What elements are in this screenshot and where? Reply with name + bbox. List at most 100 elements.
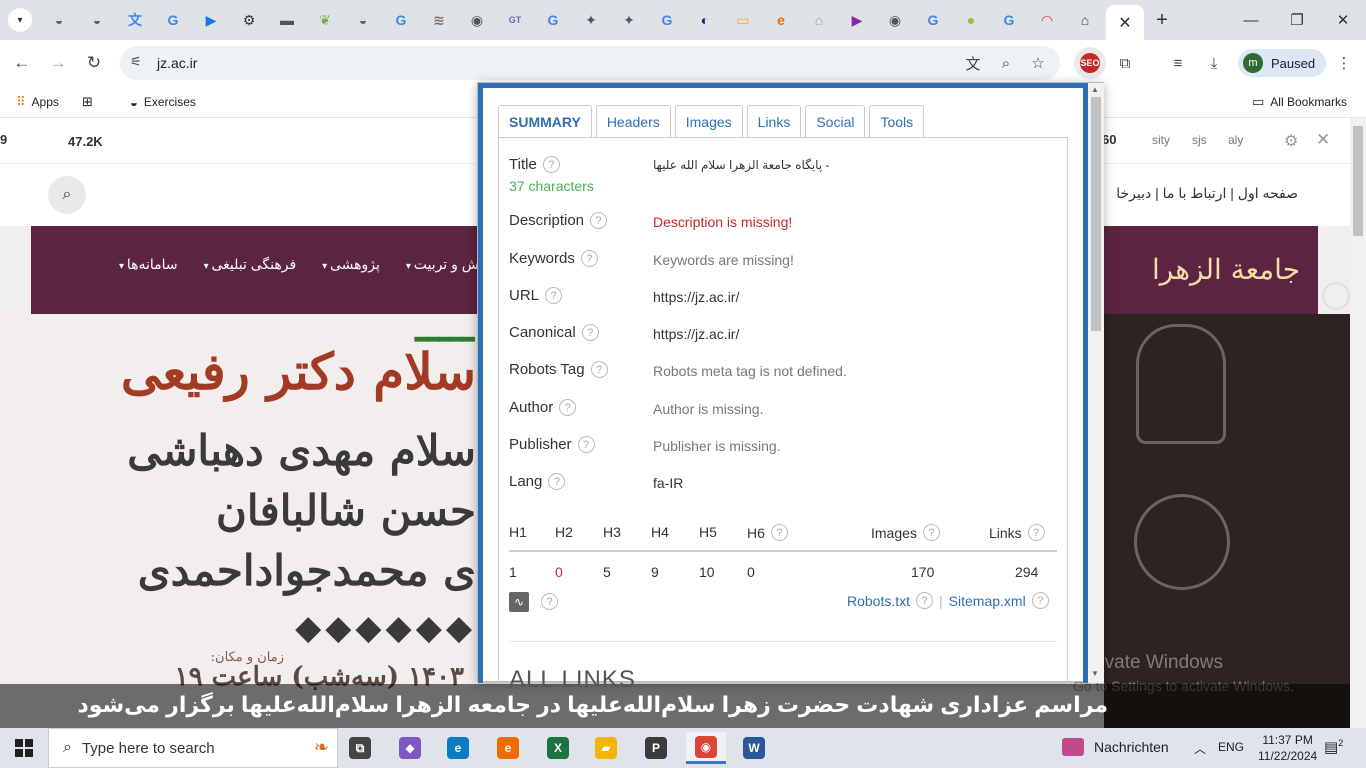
reload-button[interactable]: ↻: [80, 49, 108, 77]
media-control-icon[interactable]: ≡: [1164, 49, 1192, 77]
scroll-up-icon[interactable]: ▲: [1091, 85, 1099, 94]
nav-menu-item[interactable]: ▾ ش و تربیت: [406, 256, 479, 273]
browser-tab[interactable]: G: [990, 8, 1028, 32]
help-icon[interactable]: ?: [581, 324, 599, 341]
browser-tab[interactable]: ◒: [78, 8, 116, 32]
nav-menu-item[interactable]: ▾ پژوهشی: [322, 256, 380, 273]
browser-tab[interactable]: ◠: [1028, 8, 1066, 32]
tab-tools[interactable]: Tools: [869, 105, 925, 137]
tab-headers[interactable]: Headers: [595, 105, 671, 137]
top-links[interactable]: صفحه اول | ارتباط با ما | دبیرخا: [1116, 185, 1298, 202]
help-icon[interactable]: ?: [577, 436, 595, 453]
news-caption[interactable]: مراسم عزاداری شهادت حضرت زهرا سلام‌الله‌…: [77, 692, 1108, 718]
taskbar-app[interactable]: P: [636, 732, 676, 764]
scrollbar-thumb[interactable]: [1353, 126, 1363, 236]
close-tab-icon[interactable]: ✕: [1118, 13, 1131, 33]
notifications-icon[interactable]: ▤2: [1324, 738, 1343, 756]
help-icon[interactable]: ?: [541, 593, 558, 610]
browser-tab[interactable]: G: [648, 8, 686, 32]
seo-extension-button[interactable]: SEO: [1074, 47, 1106, 79]
zoom-icon[interactable]: ⌕: [995, 53, 1017, 73]
tray-chevron-icon[interactable]: ︿: [1194, 740, 1206, 757]
help-icon[interactable]: ?: [559, 399, 577, 416]
browser-tab[interactable]: ✦: [572, 8, 610, 32]
new-tab-button[interactable]: +: [1150, 8, 1174, 32]
help-icon[interactable]: ?: [590, 361, 608, 378]
nav-menu-item[interactable]: ▾ فرهنگی تبلیغی: [204, 256, 297, 273]
menu-icon[interactable]: ⋮: [1330, 49, 1358, 77]
browser-tab[interactable]: 文: [116, 8, 154, 32]
site-logo[interactable]: جامعة الزهرا: [1141, 234, 1311, 304]
chart-icon[interactable]: ∿: [509, 592, 529, 612]
url-text[interactable]: jz.ac.ir: [157, 55, 197, 71]
robots-link[interactable]: Robots.txt: [847, 593, 910, 609]
help-icon[interactable]: ?: [922, 524, 940, 541]
scrollbar-thumb[interactable]: [1091, 97, 1101, 331]
back-button[interactable]: ←: [8, 49, 36, 77]
active-tab[interactable]: ✕: [1106, 5, 1144, 40]
browser-tab[interactable]: ◐: [686, 8, 724, 32]
bookmark-exercises[interactable]: ◒ Exercises: [130, 92, 196, 112]
taskbar-app[interactable]: W: [734, 732, 774, 764]
summary-value[interactable]: https://jz.ac.ir/: [653, 289, 739, 305]
browser-tab[interactable]: ▭: [724, 8, 762, 32]
browser-tab[interactable]: ⌂: [1066, 8, 1104, 32]
nav-menu-item[interactable]: ▾ سامانه‌ها: [119, 256, 178, 273]
clock[interactable]: 11:37 PM 11/22/2024: [1258, 732, 1317, 764]
close-window-button[interactable]: ✕: [1320, 6, 1366, 34]
help-icon[interactable]: ?: [548, 473, 566, 490]
tab-images[interactable]: Images: [674, 105, 743, 137]
site-info-icon[interactable]: ⚟: [130, 54, 142, 70]
help-icon[interactable]: ?: [590, 212, 608, 229]
tab-search-button[interactable]: ▾: [8, 8, 32, 32]
taskbar-app[interactable]: ⧉: [340, 732, 380, 764]
download-icon[interactable]: ⤓: [1200, 49, 1228, 77]
tab-summary[interactable]: SUMMARY: [498, 105, 592, 138]
browser-tab[interactable]: GT: [496, 8, 534, 32]
sjs-icon[interactable]: sjs: [1192, 133, 1207, 147]
browser-tab[interactable]: ⌂: [800, 8, 838, 32]
aly-icon[interactable]: aly: [1228, 133, 1243, 147]
taskbar-app[interactable]: ◉: [686, 732, 726, 764]
start-button[interactable]: [0, 728, 48, 768]
help-icon[interactable]: ?: [542, 156, 560, 173]
browser-tab[interactable]: ◉: [458, 8, 496, 32]
help-icon[interactable]: ?: [916, 592, 934, 609]
browser-tab[interactable]: ❦: [306, 8, 344, 32]
search-icon[interactable]: ⌕: [48, 176, 86, 214]
bookmark-group[interactable]: ⊞: [82, 92, 99, 112]
page-scrollbar[interactable]: [1350, 118, 1366, 728]
browser-tab[interactable]: ◒: [40, 8, 78, 32]
input-language[interactable]: ENG: [1218, 740, 1244, 754]
close-icon[interactable]: ✕: [1316, 130, 1330, 150]
news-widget[interactable]: Nachrichten: [1062, 738, 1169, 756]
browser-tab[interactable]: ◉: [876, 8, 914, 32]
extensions-icon[interactable]: ⧉: [1111, 49, 1139, 77]
taskbar-app[interactable]: ▰: [586, 732, 626, 764]
browser-tab[interactable]: ✦: [610, 8, 648, 32]
browser-tab[interactable]: e: [762, 8, 800, 32]
scroll-down-icon[interactable]: ▼: [1091, 669, 1099, 678]
news-caption-bar[interactable]: مراسم عزاداری شهادت حضرت زهرا سلام‌الله‌…: [0, 684, 1350, 728]
taskbar-app[interactable]: e: [438, 732, 478, 764]
help-icon[interactable]: ?: [1031, 592, 1049, 609]
browser-tab[interactable]: ◒: [344, 8, 382, 32]
restore-button[interactable]: ❐: [1274, 6, 1320, 34]
taskbar-app[interactable]: X: [538, 732, 578, 764]
address-bar[interactable]: ⚟ jz.ac.ir 文 ⌕ ☆: [120, 46, 1060, 80]
taskbar-app[interactable]: e: [488, 732, 528, 764]
gear-icon[interactable]: ⚙: [1284, 131, 1298, 151]
browser-tab[interactable]: G: [914, 8, 952, 32]
sitemap-link[interactable]: Sitemap.xml: [949, 593, 1026, 609]
help-icon[interactable]: ?: [770, 524, 788, 541]
tab-social[interactable]: Social: [805, 105, 866, 137]
popup-scrollbar[interactable]: ▲ ▼: [1088, 83, 1104, 683]
minimize-button[interactable]: —: [1228, 6, 1274, 34]
browser-tab[interactable]: ▶: [838, 8, 876, 32]
help-icon[interactable]: ?: [580, 250, 598, 267]
browser-tab[interactable]: G: [534, 8, 572, 32]
browser-tab[interactable]: ●: [952, 8, 990, 32]
browser-tab[interactable]: ≋: [420, 8, 458, 32]
taskbar-app[interactable]: ◆: [390, 732, 430, 764]
profile-button[interactable]: m Paused: [1238, 49, 1326, 77]
